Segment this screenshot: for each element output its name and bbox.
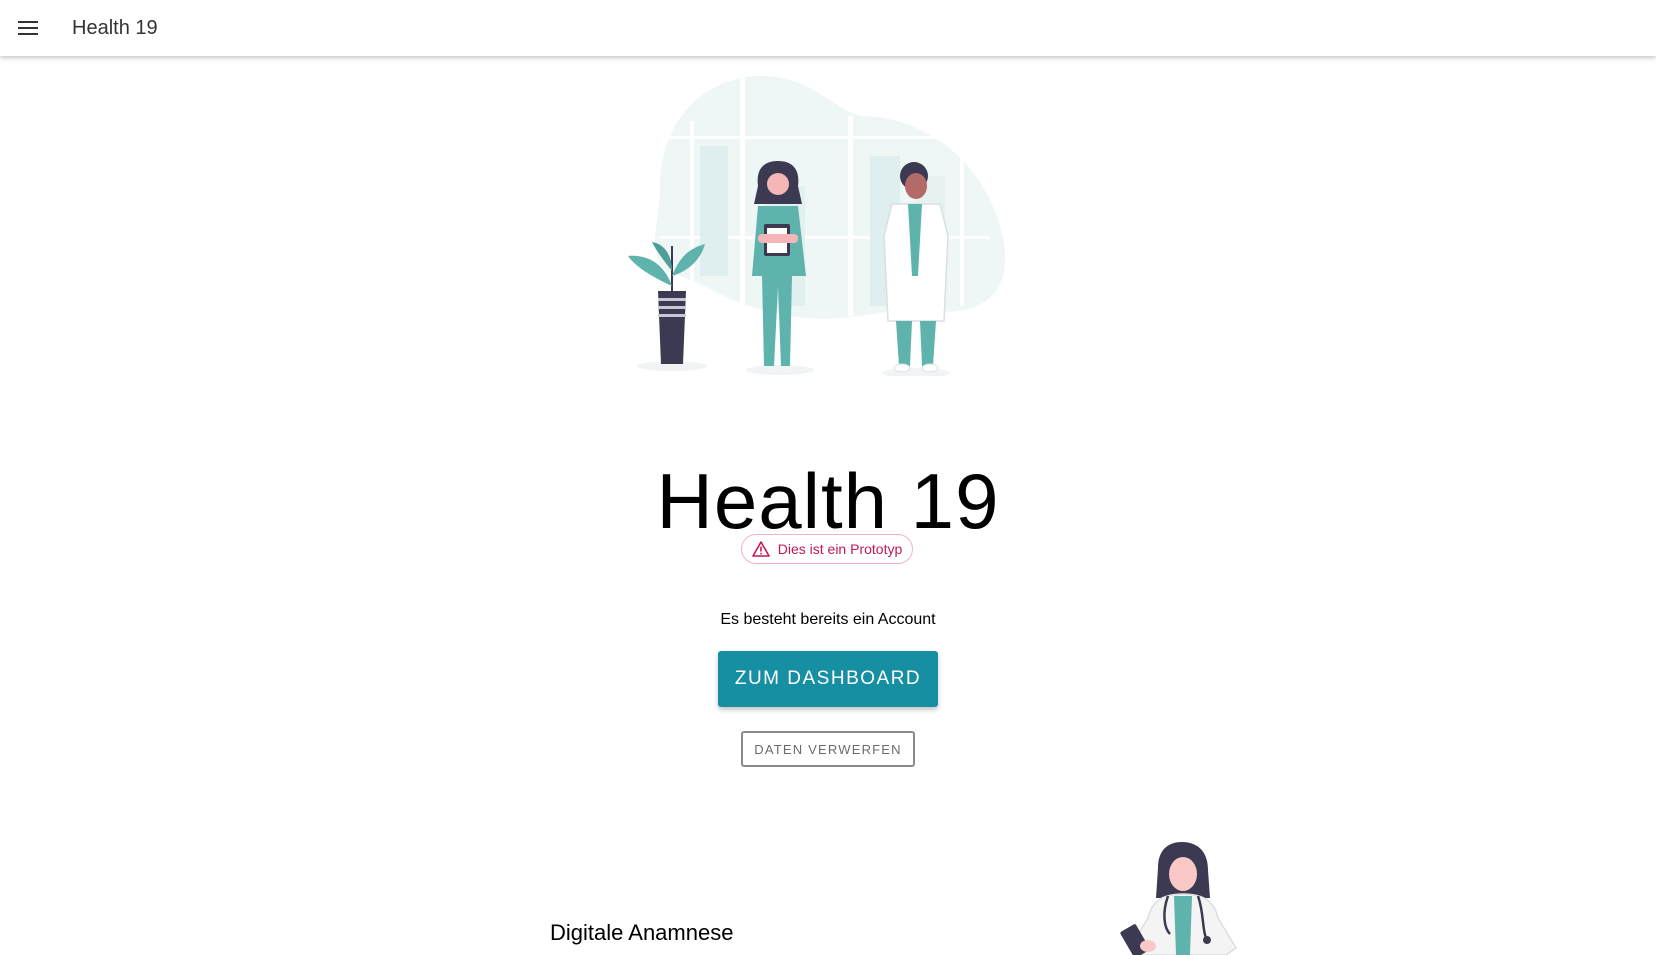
doctor-with-stethoscope-illustration <box>1118 838 1248 955</box>
menu-icon <box>18 21 38 35</box>
discard-data-button[interactable]: DATEN VERWERFEN <box>741 731 915 767</box>
warning-icon <box>751 541 770 557</box>
page-title: Health 19 <box>656 457 1000 546</box>
dashboard-button[interactable]: ZUM DASHBOARD <box>718 651 938 707</box>
menu-button[interactable] <box>0 0 56 56</box>
app-title: Health 19 <box>72 16 158 39</box>
app-bar: Health 19 <box>0 0 1656 56</box>
prototype-badge-text: Dies ist ein Prototyp <box>777 541 903 557</box>
section-title: Digitale Anamnese <box>550 920 734 945</box>
account-exists-text: Es besteht bereits ein Account <box>720 611 936 628</box>
doctors-illustration <box>620 76 1036 378</box>
prototype-badge: Dies ist ein Prototyp <box>741 534 913 564</box>
